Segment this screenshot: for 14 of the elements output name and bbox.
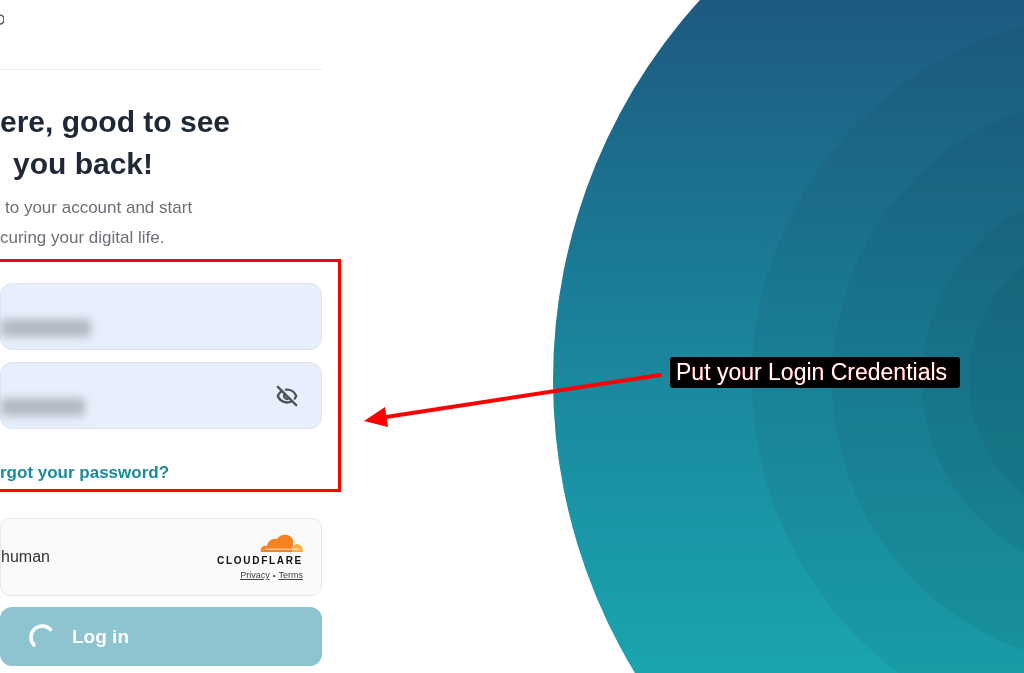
- brand-wordmark: CLOUDFLARE: [217, 555, 303, 567]
- separator-dot: •: [272, 570, 276, 581]
- subtitle: to your account and start curing your digital life.: [0, 197, 193, 249]
- captcha-label: human: [1, 548, 50, 566]
- cloud-logo-icon: [259, 533, 303, 553]
- welcome-heading: ere, good to see you back!: [0, 104, 231, 182]
- eye-slash-icon[interactable]: [275, 383, 299, 408]
- logo-icon: [0, 14, 4, 25]
- annotation-label: Put your Login Credentials: [670, 357, 961, 388]
- forgot-password-link[interactable]: rgot your password?: [0, 461, 170, 485]
- email-field[interactable]: [0, 283, 322, 350]
- password-field[interactable]: [0, 362, 322, 429]
- privacy-link[interactable]: Privacy: [240, 570, 270, 581]
- terms-link[interactable]: Terms: [278, 570, 303, 581]
